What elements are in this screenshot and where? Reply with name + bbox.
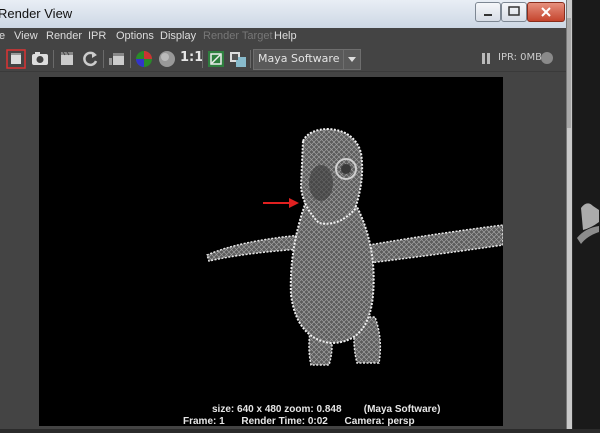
keep-image-button[interactable] [228,49,248,69]
close-icon [541,7,551,17]
ipr-memory-status: IPR: 0MB [498,52,543,63]
redo-render-button[interactable] [6,49,26,69]
alpha-channel-button[interactable] [157,49,177,69]
snapshot-button[interactable] [30,49,50,69]
toolbar-separator [103,50,104,68]
close-button[interactable] [527,2,565,22]
ipr-refresh-button[interactable] [80,49,100,69]
render-info-line2: Frame: 1 Render Time: 0:02 Camera: persp [183,416,415,427]
toolbar-separator [250,50,251,68]
maximize-icon [508,6,520,16]
menu-edge-fragment: e [0,30,6,42]
render-viewport[interactable]: size: 640 x 480 zoom: 0.848 (Maya Softwa… [0,72,566,429]
color-channels-icon [136,51,152,67]
minimize-icon [484,14,492,16]
title-bar[interactable]: Render View [0,0,566,29]
renderer-value: Maya Software [258,52,340,65]
refresh-icon [83,51,98,67]
render-info-line1: size: 640 x 480 zoom: 0.848 (Maya Softwa… [212,404,441,415]
display-image-button[interactable] [206,49,226,69]
annotation-arrow [263,198,299,208]
camera-icon [32,52,48,65]
keep-image-icon [230,52,246,67]
menu-options[interactable]: Options [116,30,154,42]
sequence-clapper-icon [109,53,124,65]
menu-render[interactable]: Render [46,30,82,42]
rendered-creature-image [206,127,504,366]
real-size-button[interactable]: 1:1 [180,50,203,65]
menu-render-target[interactable]: Render Target [203,30,273,42]
menu-ipr[interactable]: IPR [88,30,106,42]
render-view-window: Render View e View Render IPR Options Di… [0,0,567,429]
menu-display[interactable]: Display [160,30,196,42]
menu-view[interactable]: View [14,30,38,42]
render-region-button[interactable] [57,49,77,69]
pause-icon[interactable] [482,53,491,64]
frame-label: Frame: 1 [183,416,225,427]
background-viewport [573,0,600,429]
toolbar-separator [53,50,54,68]
rgb-channels-button[interactable] [134,49,154,69]
renderer-dropdown[interactable]: Maya Software [253,49,361,70]
camera-label: Camera: persp [344,416,415,427]
menu-bar: e View Render IPR Options Display Render… [0,28,566,47]
window-title: Render View [0,6,73,21]
minimize-button[interactable] [475,2,501,22]
background-geometry [577,203,599,244]
frame-image-icon [208,51,224,67]
render-image: size: 640 x 480 zoom: 0.848 (Maya Softwa… [39,77,504,427]
render-sequence-button[interactable] [107,49,127,69]
toolbar-separator [202,50,203,68]
region-clapper-icon [61,51,73,65]
ipr-status-indicator [541,52,553,64]
menu-help[interactable]: Help [274,30,297,42]
background-application-panel [563,0,600,429]
toolbar-separator [130,50,131,68]
alpha-sphere-icon [159,51,175,67]
render-clapper-icon [6,49,26,69]
maximize-button[interactable] [501,2,527,22]
render-toolbar: 1:1 Maya Software IPR: 0MB [0,47,566,72]
render-time-label: Render Time: 0:02 [241,416,328,427]
chevron-down-icon [343,50,360,69]
